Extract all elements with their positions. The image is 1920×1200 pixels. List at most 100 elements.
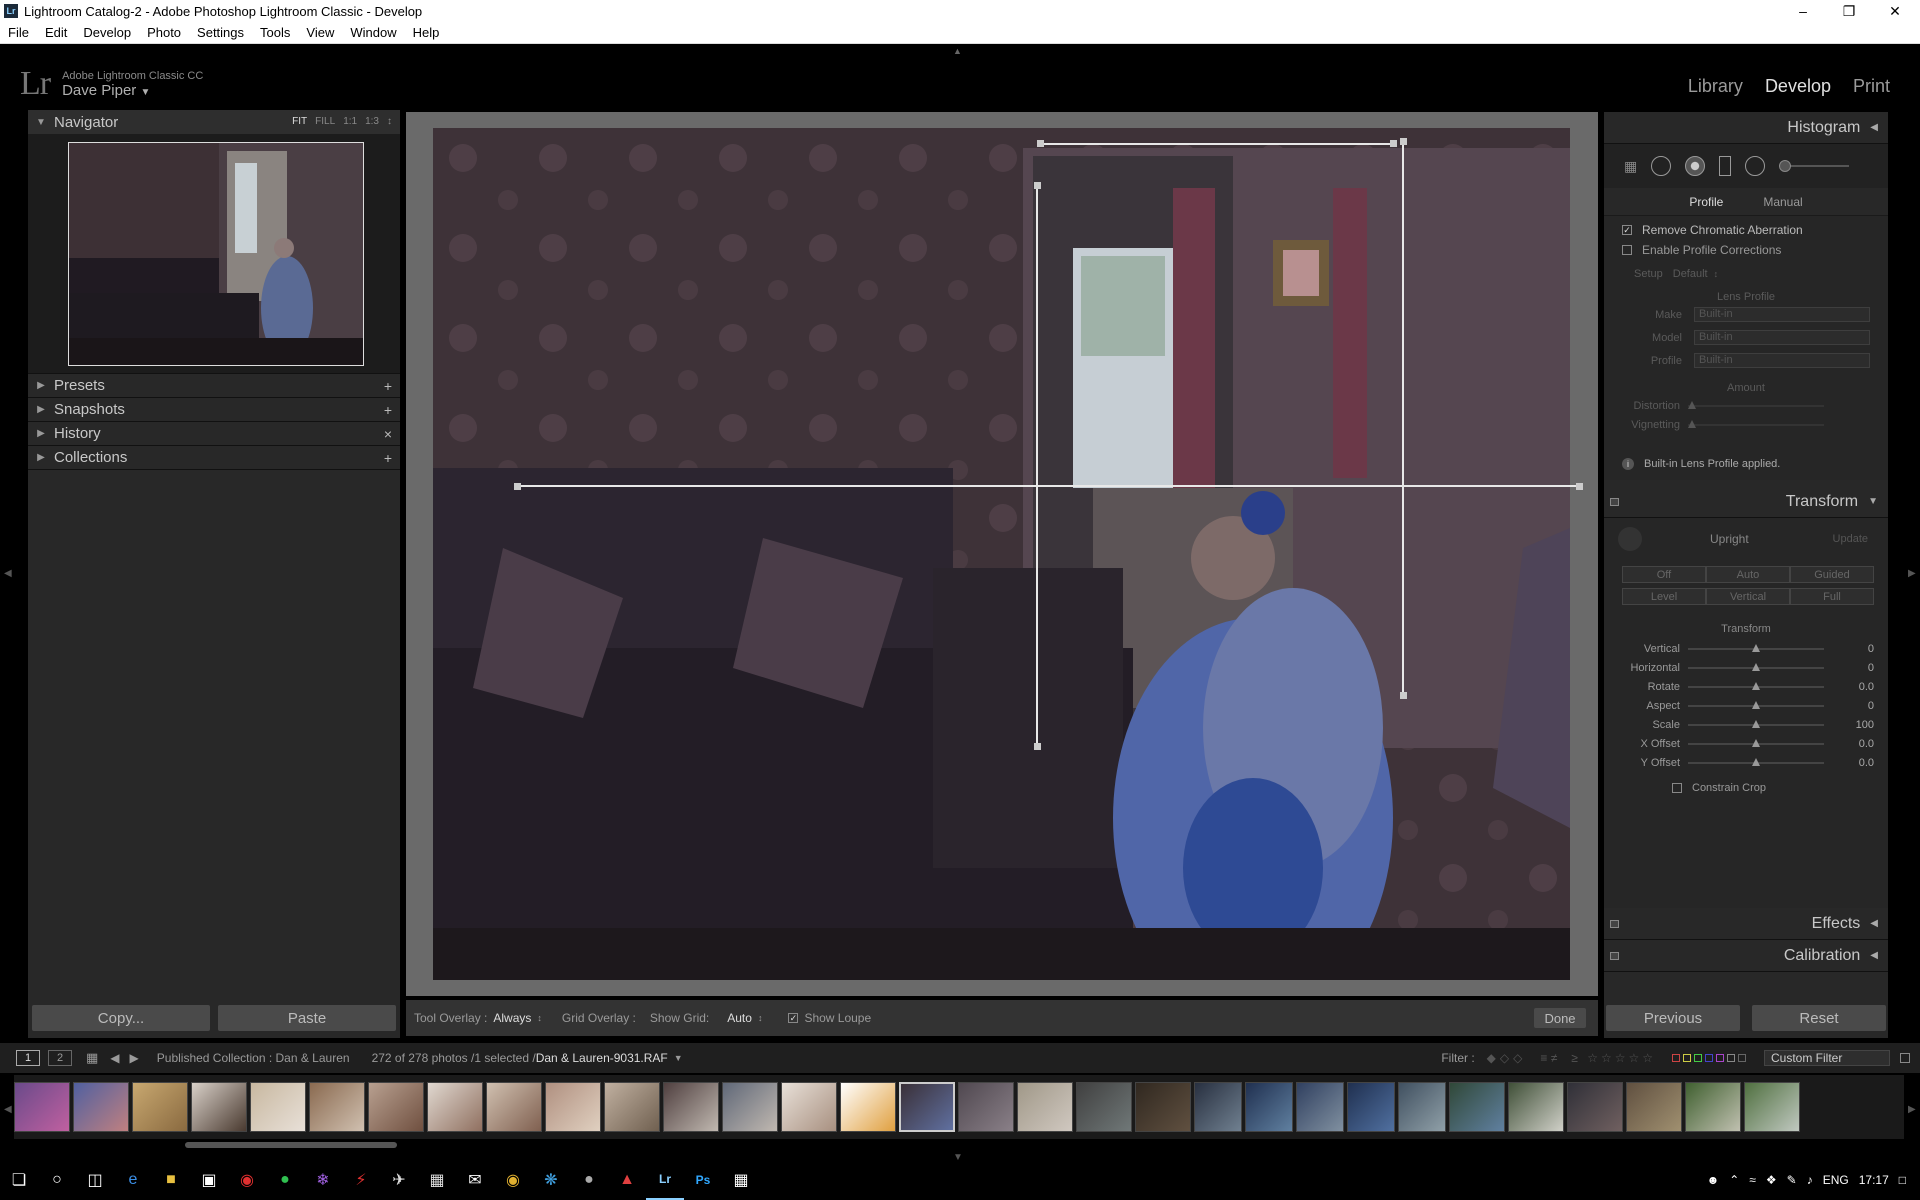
filmstrip-thumbnail[interactable]: [486, 1082, 542, 1132]
collections-panel-header[interactable]: ▶ Collections +: [28, 446, 400, 470]
scale-value[interactable]: 100: [1824, 719, 1874, 731]
zoom-1-3[interactable]: 1:3: [365, 116, 379, 127]
add-snapshot-icon[interactable]: +: [384, 402, 392, 418]
filmstrip-thumbnail[interactable]: [1685, 1082, 1741, 1132]
filmstrip-thumbnail[interactable]: [1449, 1082, 1505, 1132]
filmstrip-thumbnail[interactable]: [958, 1082, 1014, 1132]
calibration-header[interactable]: Calibration ◀: [1604, 940, 1888, 972]
store-icon[interactable]: ▣: [190, 1160, 228, 1200]
grid-view-icon[interactable]: ▦: [86, 1050, 98, 1066]
custom-filter-select[interactable]: Custom Filter: [1764, 1050, 1890, 1066]
app-icon[interactable]: ⚡: [342, 1160, 380, 1200]
upright-vertical-button[interactable]: Vertical: [1706, 588, 1790, 605]
spotify-icon[interactable]: ●: [266, 1160, 304, 1200]
pen-icon[interactable]: ✎: [1787, 1173, 1797, 1187]
app-icon[interactable]: ❄: [304, 1160, 342, 1200]
remove-ca-row[interactable]: ✓ Remove Chromatic Aberration: [1604, 220, 1888, 240]
rotate-slider[interactable]: [1688, 681, 1824, 690]
notifications-icon[interactable]: □: [1899, 1173, 1906, 1187]
rotate-value[interactable]: 0.0: [1824, 681, 1874, 693]
search-icon[interactable]: ○: [38, 1160, 76, 1200]
distortion-slider[interactable]: [1688, 400, 1824, 409]
spot-removal-icon[interactable]: [1651, 156, 1672, 176]
wifi-icon[interactable]: ≈: [1749, 1173, 1756, 1187]
edit-filter-icons[interactable]: ≡ ≠: [1540, 1051, 1557, 1065]
mail-icon[interactable]: ✉: [456, 1160, 494, 1200]
filmstrip-thumbnail[interactable]: [14, 1082, 70, 1132]
filmstrip-thumbnail[interactable]: [191, 1082, 247, 1132]
profile-select[interactable]: Built-in: [1694, 353, 1870, 368]
vertical-slider[interactable]: [1688, 643, 1824, 652]
photoshop-taskbar-icon[interactable]: Ps: [684, 1160, 722, 1200]
add-preset-icon[interactable]: +: [384, 378, 392, 394]
filmstrip-thumbnail[interactable]: [1194, 1082, 1242, 1132]
y-offset-value[interactable]: 0.0: [1824, 757, 1874, 769]
reset-button[interactable]: Reset: [1752, 1005, 1886, 1031]
filmstrip-thumbnail[interactable]: [73, 1082, 129, 1132]
scale-slider[interactable]: [1688, 719, 1824, 728]
right-panel-toggle-icon[interactable]: ▶: [1908, 568, 1916, 579]
chevron-down-icon[interactable]: ▼: [674, 1053, 683, 1063]
effects-header[interactable]: Effects ◀: [1604, 908, 1888, 940]
filmstrip-thumbnail[interactable]: [309, 1082, 365, 1132]
star-filter-icons[interactable]: ≥ ☆☆☆☆☆: [1571, 1051, 1656, 1065]
module-print[interactable]: Print: [1853, 76, 1890, 97]
filmstrip-thumbnail[interactable]: [604, 1082, 660, 1132]
module-library[interactable]: Library: [1688, 76, 1743, 97]
task-view-icon[interactable]: ◫: [76, 1160, 114, 1200]
filmstrip-thumbnail[interactable]: [1296, 1082, 1344, 1132]
upright-auto-button[interactable]: Auto: [1706, 566, 1790, 583]
clear-history-icon[interactable]: ×: [384, 426, 392, 442]
filmstrip-thumbnail[interactable]: [427, 1082, 483, 1132]
filmstrip-thumbnail[interactable]: [1567, 1082, 1623, 1132]
paste-button[interactable]: Paste: [218, 1005, 396, 1031]
top-panel-toggle-icon[interactable]: ▲: [953, 46, 962, 56]
clock[interactable]: 17:17: [1859, 1173, 1889, 1187]
y-offset-slider[interactable]: [1688, 757, 1824, 766]
app-icon[interactable]: ◉: [228, 1160, 266, 1200]
stepper-icon[interactable]: ↕: [1714, 269, 1719, 279]
menu-window[interactable]: Window: [342, 25, 404, 40]
source-label[interactable]: Published Collection : Dan & Lauren: [157, 1051, 350, 1065]
edge-browser-icon[interactable]: e: [114, 1160, 152, 1200]
tab-profile[interactable]: Profile: [1689, 195, 1723, 209]
people-icon[interactable]: ☻: [1707, 1173, 1720, 1187]
tab-manual[interactable]: Manual: [1763, 195, 1802, 209]
panel-switch-icon[interactable]: [1610, 498, 1619, 506]
update-button[interactable]: Update: [1833, 533, 1868, 545]
app-icon[interactable]: ✈: [380, 1160, 418, 1200]
aspect-slider[interactable]: [1688, 700, 1824, 709]
horizontal-slider[interactable]: [1688, 662, 1824, 671]
zoom-fit[interactable]: FIT: [292, 116, 307, 127]
filmstrip-thumbnail[interactable]: [545, 1082, 601, 1132]
upright-tool-icon[interactable]: [1618, 527, 1642, 551]
maximize-icon[interactable]: ❐: [1826, 0, 1872, 22]
flag-filter-icons[interactable]: ◆◇◇: [1487, 1051, 1527, 1065]
upright-full-button[interactable]: Full: [1790, 588, 1874, 605]
stepper-icon[interactable]: ↕: [537, 1013, 542, 1023]
user-name[interactable]: Dave Piper ▼: [62, 82, 203, 99]
module-develop[interactable]: Develop: [1765, 76, 1831, 97]
menu-help[interactable]: Help: [405, 25, 448, 40]
horizontal-value[interactable]: 0: [1824, 662, 1874, 674]
menu-edit[interactable]: Edit: [37, 25, 75, 40]
filmstrip-thumbnail[interactable]: [368, 1082, 424, 1132]
filmstrip-thumbnail[interactable]: [1135, 1082, 1191, 1132]
color-label-filter[interactable]: [1672, 1054, 1746, 1062]
x-offset-value[interactable]: 0.0: [1824, 738, 1874, 750]
filmstrip-thumbnail[interactable]: [1245, 1082, 1293, 1132]
filmstrip-thumbnail[interactable]: [1017, 1082, 1073, 1132]
presets-panel-header[interactable]: ▶ Presets +: [28, 374, 400, 398]
zoom-1-1[interactable]: 1:1: [343, 116, 357, 127]
model-select[interactable]: Built-in: [1694, 330, 1870, 345]
calculator-icon[interactable]: ▦: [722, 1160, 760, 1200]
vignetting-slider[interactable]: [1688, 419, 1824, 428]
copy-button[interactable]: Copy...: [32, 1005, 210, 1031]
snapshots-panel-header[interactable]: ▶ Snapshots +: [28, 398, 400, 422]
lightroom-taskbar-icon[interactable]: Lr: [646, 1160, 684, 1200]
constrain-crop-checkbox[interactable]: [1672, 783, 1682, 793]
dropbox-icon[interactable]: ❖: [1766, 1173, 1777, 1187]
radial-filter-icon[interactable]: [1745, 156, 1766, 176]
app-icon[interactable]: ▦: [418, 1160, 456, 1200]
zoom-stepper-icon[interactable]: ↕: [387, 116, 392, 127]
